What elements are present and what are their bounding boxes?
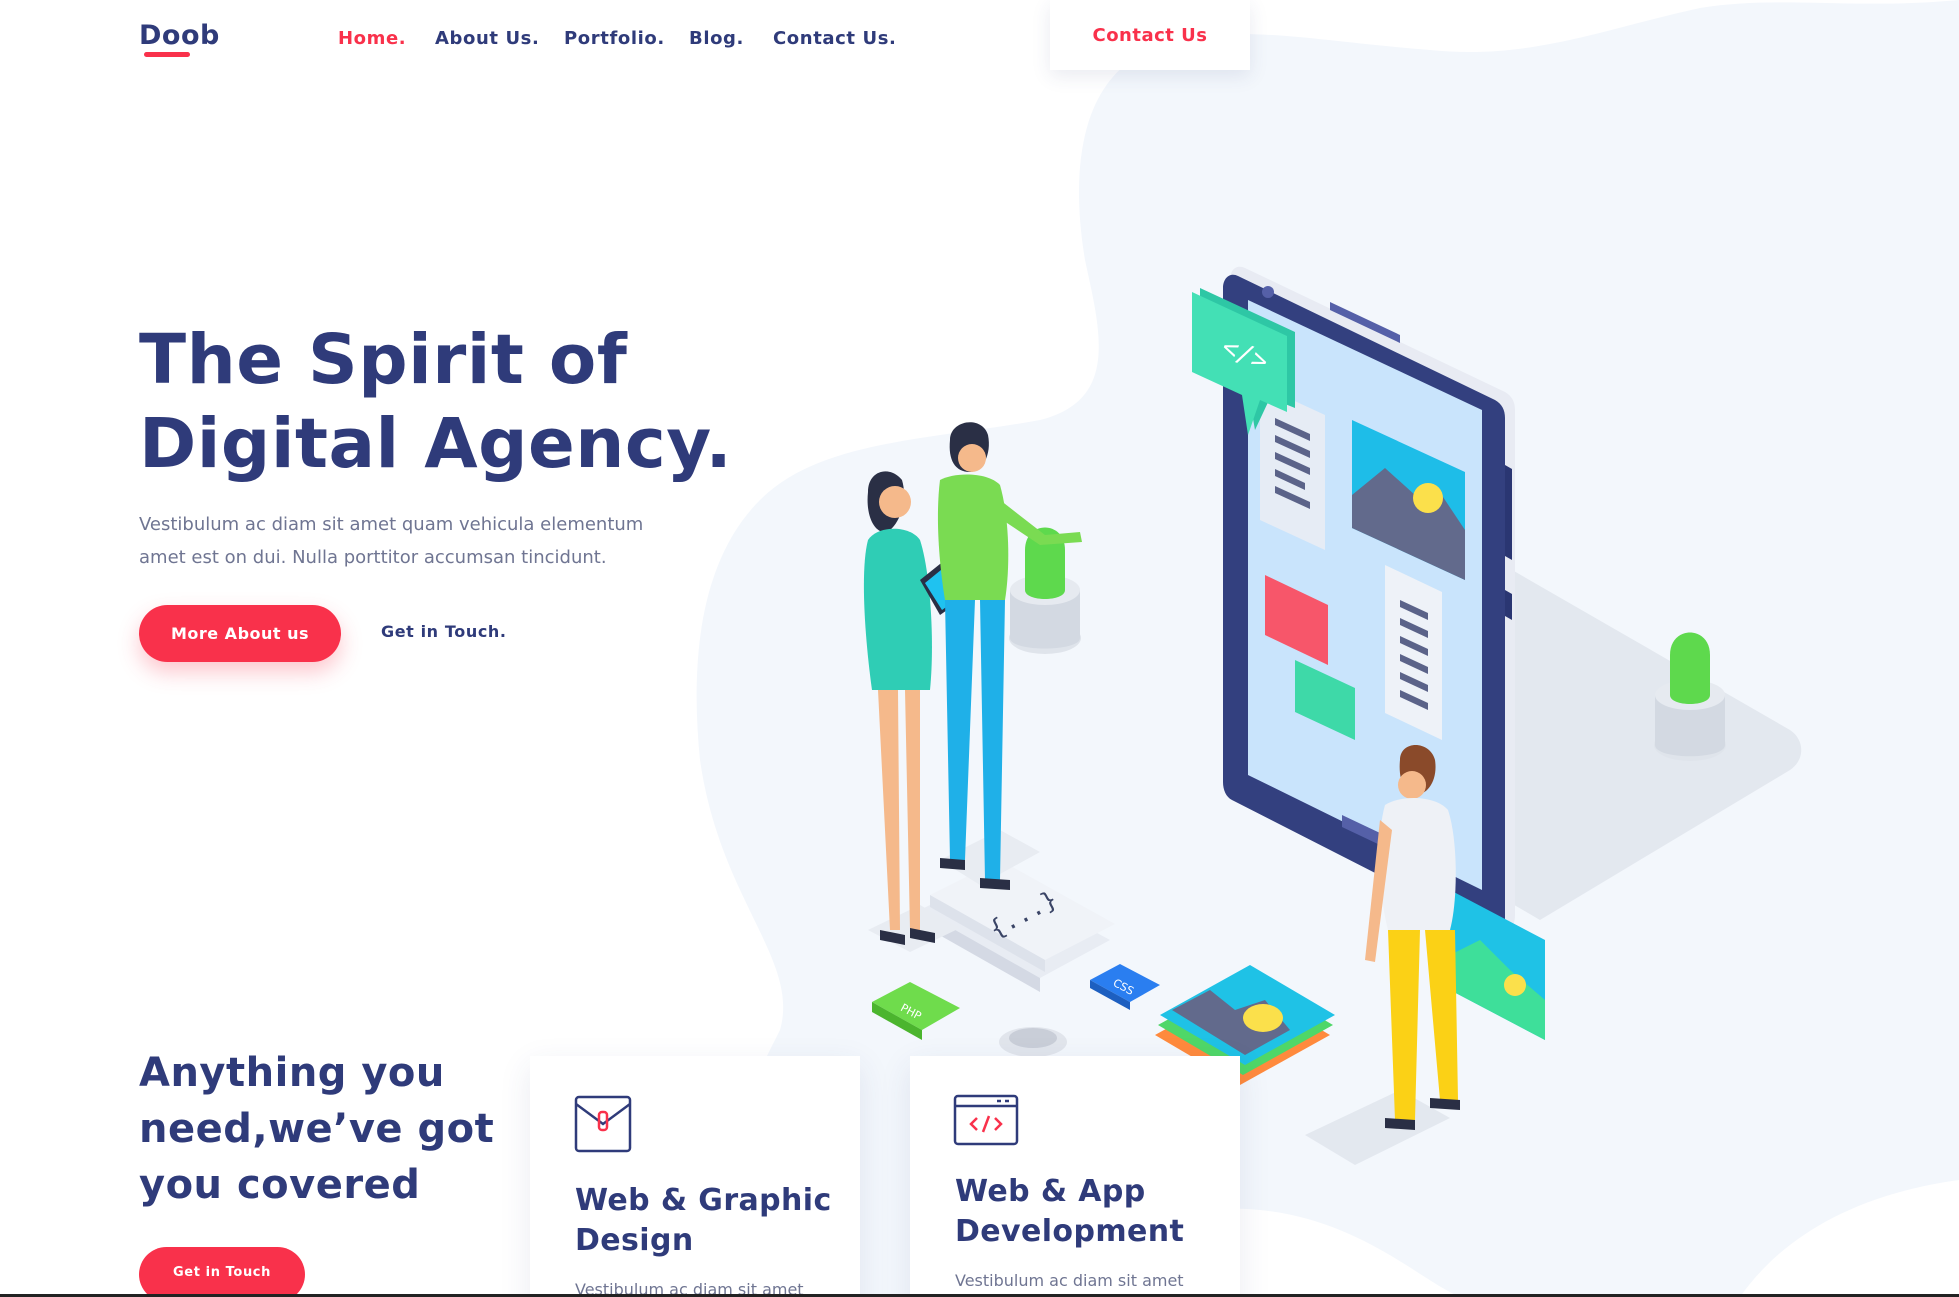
services-title: Anything you need,we’ve got you covered xyxy=(139,1045,519,1213)
nav-contact[interactable]: Contact Us. xyxy=(773,28,896,49)
card-text: Vestibulum ac diam sit amet xyxy=(955,1271,1184,1290)
card-title-line2: Development xyxy=(955,1214,1185,1249)
get-in-touch-link[interactable]: Get in Touch. xyxy=(381,622,507,641)
card-title-line1: Web & Graphic xyxy=(575,1183,832,1218)
envelope-icon xyxy=(574,1095,632,1153)
nav-blog[interactable]: Blog. xyxy=(689,28,744,49)
card-title-line1: Web & App xyxy=(955,1174,1146,1209)
logo-underline xyxy=(144,52,190,57)
php-tile: PHP xyxy=(872,982,960,1040)
hero-title: The Spirit of Digital Agency. xyxy=(139,318,779,486)
contact-us-button[interactable]: Contact Us xyxy=(1050,0,1250,70)
plant-pot-right xyxy=(1654,632,1726,761)
card-title: Web & Graphic Design xyxy=(575,1181,835,1261)
services-title-line3: you covered xyxy=(139,1162,421,1208)
service-card-design[interactable]: Web & Graphic Design Vestibulum ac diam … xyxy=(530,1056,860,1297)
nav-home[interactable]: Home. xyxy=(338,28,406,49)
card-title: Web & App Development xyxy=(955,1172,1215,1252)
main-nav: Home. About Us. Portfolio. Blog. Contact… xyxy=(0,28,1959,52)
hero-text-line1: Vestibulum ac diam sit amet quam vehicul… xyxy=(139,514,644,535)
hero-description: Vestibulum ac diam sit amet quam vehicul… xyxy=(139,508,699,574)
landing-page: Doob Home. About Us. Portfolio. Blog. Co… xyxy=(0,0,1959,1297)
hero-illustration: </> {...} CSS PHP xyxy=(863,266,1802,1165)
more-about-button[interactable]: More About us xyxy=(139,605,341,662)
services-get-in-touch-button[interactable]: Get in Touch xyxy=(139,1247,305,1297)
hero-title-line1: The Spirit of xyxy=(139,320,628,400)
css-tile: CSS xyxy=(1090,964,1160,1010)
services-title-line1: Anything you xyxy=(139,1050,445,1096)
man-green-figure xyxy=(937,422,1082,890)
nav-about[interactable]: About Us. xyxy=(435,28,539,49)
services-title-line2: need,we’ve got xyxy=(139,1106,495,1152)
code-window-icon xyxy=(953,1094,1019,1146)
hero-text-line2: amet est on dui. Nulla porttitor accumsa… xyxy=(139,547,607,568)
hero-title-line2: Digital Agency. xyxy=(139,404,733,484)
nav-portfolio[interactable]: Portfolio. xyxy=(564,28,665,49)
plant-pot xyxy=(1009,527,1081,654)
service-card-development[interactable]: Web & App Development Vestibulum ac diam… xyxy=(910,1056,1240,1297)
card-title-line2: Design xyxy=(575,1223,694,1258)
